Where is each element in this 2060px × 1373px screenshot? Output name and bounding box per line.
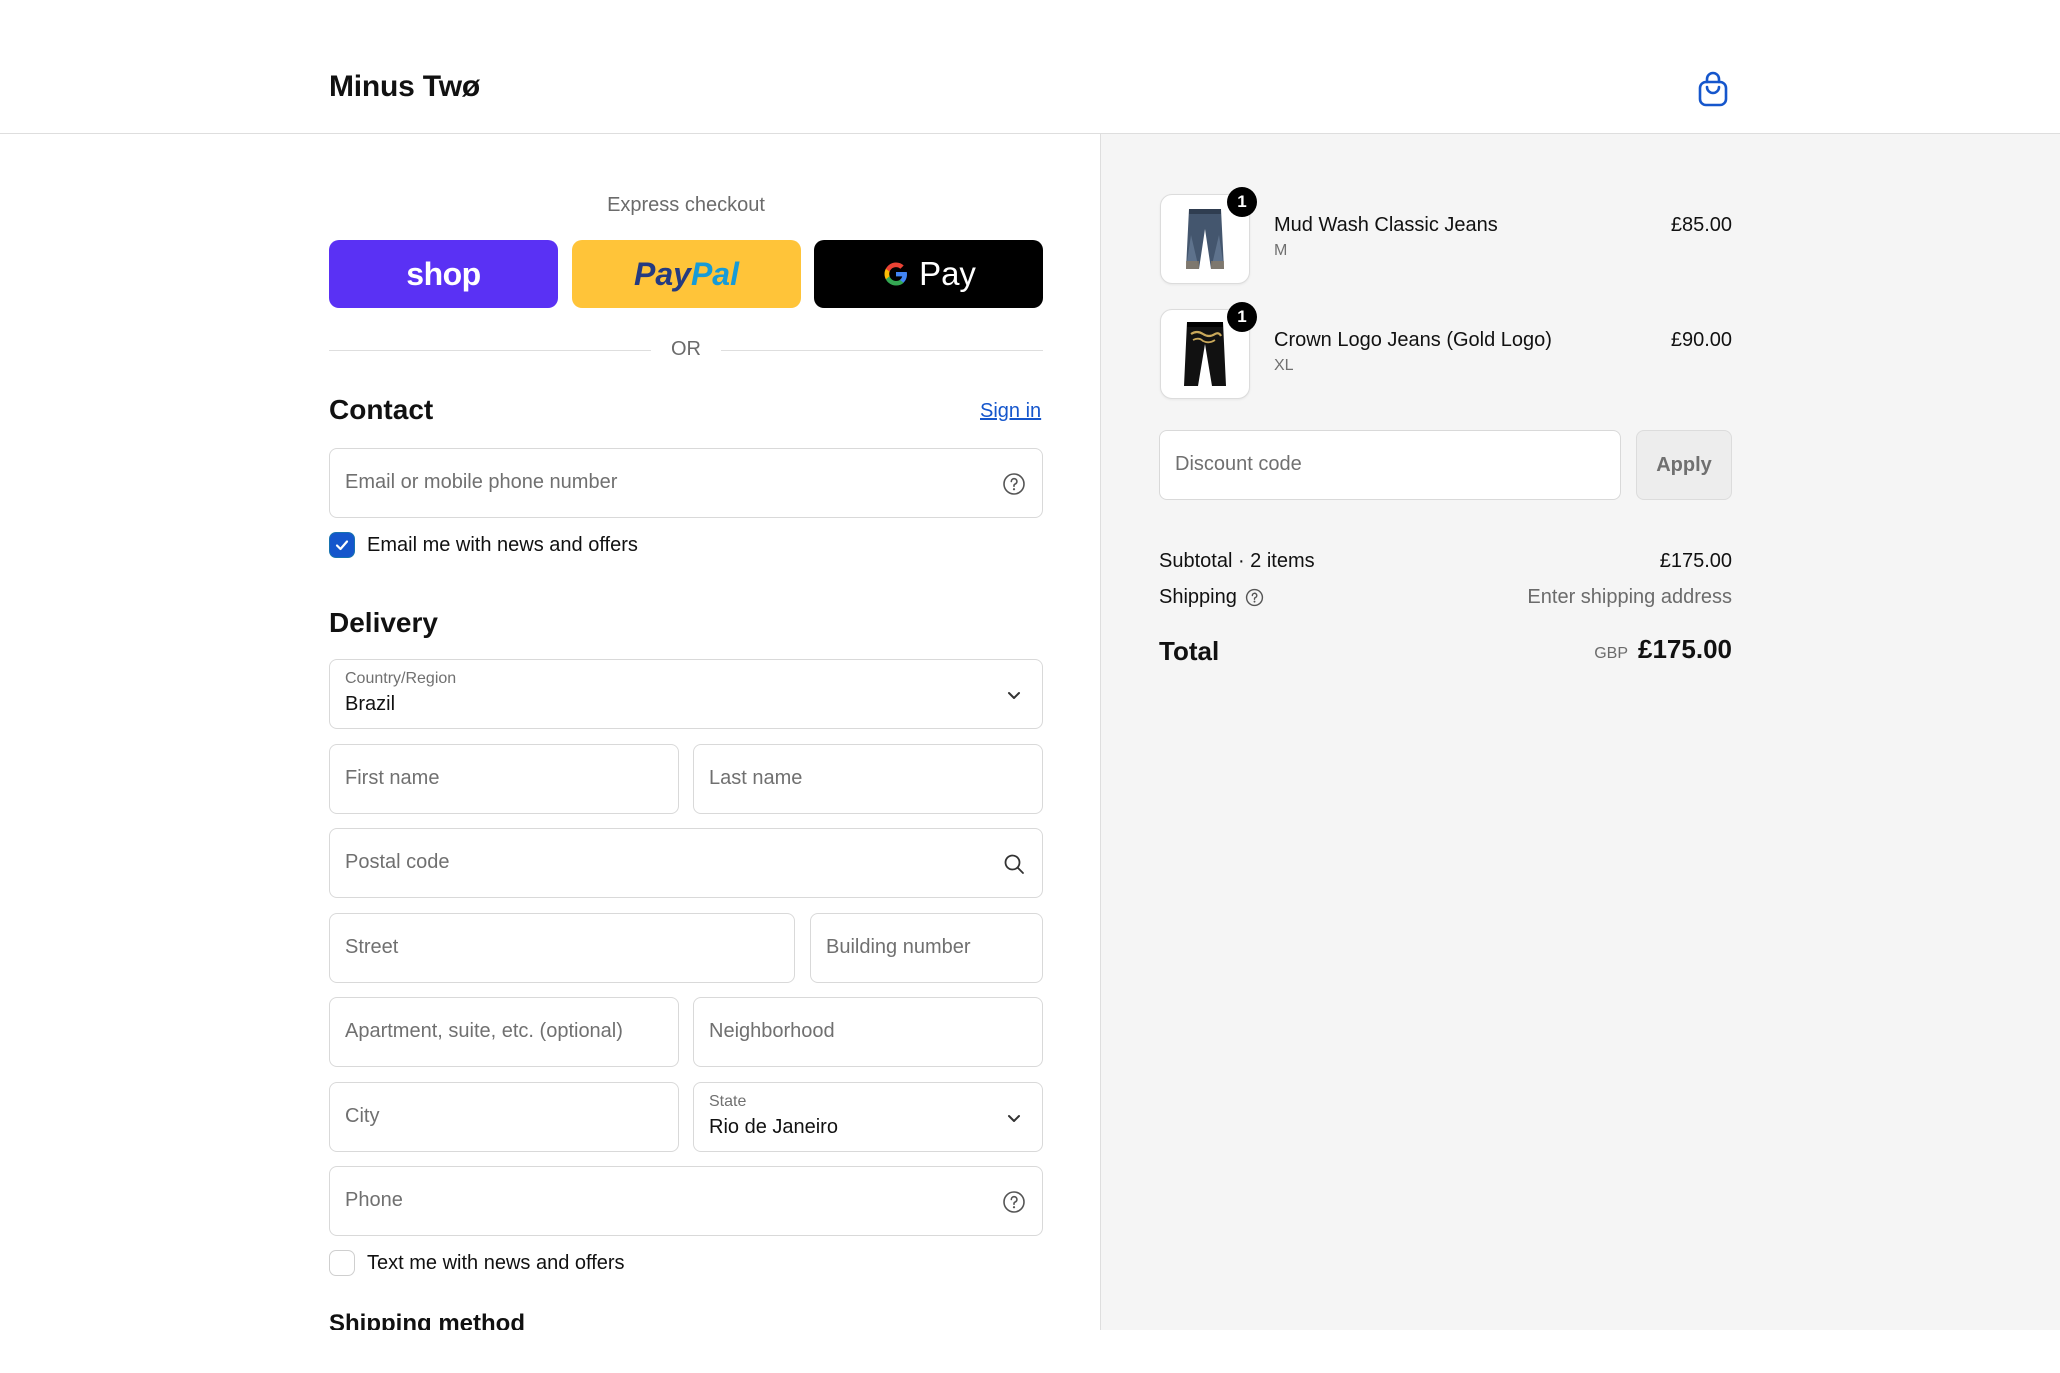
item-price: £90.00 [1670,329,1732,351]
page-bottom-margin [0,1330,2060,1373]
postal-code-field[interactable]: Postal code [329,828,1043,898]
apply-discount-button[interactable]: Apply [1636,430,1732,500]
street-field[interactable]: Street [329,913,795,983]
total-value: £175.00 [1638,634,1732,664]
help-circle-icon[interactable] [1002,472,1026,496]
neighborhood-placeholder: Neighborhood [709,1020,835,1042]
chevron-down-icon [1008,692,1020,699]
contact-title: Contact [329,394,434,425]
product-thumbnail: 1 [1160,302,1257,399]
store-logo[interactable]: Minus Twø [329,70,480,104]
subtotal-value: £175.00 [1659,550,1732,572]
shopping-bag-icon [1698,71,1728,107]
apartment-placeholder: Apartment, suite, etc. (optional) [345,1020,623,1042]
first-name-field[interactable]: First name [329,744,679,814]
sms-news-checkbox-row[interactable]: Text me with news and offers [329,1249,625,1277]
city-placeholder: City [345,1105,380,1127]
express-checkout-title: Express checkout [607,194,765,216]
header: Minus Twø [0,0,2060,134]
state-select[interactable]: State Rio de Janeiro [693,1082,1043,1152]
cart-button[interactable] [1696,70,1730,108]
email-news-label: Email me with news and offers [367,533,638,556]
shipping-value: Enter shipping address [1527,586,1732,608]
paypal-button[interactable]: Pay Pal [572,240,801,308]
email-news-checkbox-row[interactable]: Email me with news and offers [329,531,638,559]
city-field[interactable]: City [329,1082,679,1152]
checkmark-icon [335,540,349,551]
total-currency: GBP [1594,645,1629,662]
shipping-row: Shipping Enter shipping address [1159,586,1732,612]
apartment-field[interactable]: Apartment, suite, etc. (optional) [329,997,679,1067]
order-item: 1 Crown Logo Jeans (Gold Logo) XL £90.00 [1160,302,1732,399]
item-variant: M [1274,242,1288,259]
street-placeholder: Street [345,936,399,958]
email-placeholder: Email or mobile phone number [345,471,618,493]
item-name: Crown Logo Jeans (Gold Logo) [1274,329,1552,351]
state-value: Rio de Janeiro [709,1116,838,1138]
help-circle-icon[interactable] [1245,588,1264,607]
last-name-field[interactable]: Last name [693,744,1043,814]
postal-code-placeholder: Postal code [345,851,450,873]
sms-news-checkbox[interactable] [329,1250,355,1276]
building-number-placeholder: Building number [826,936,971,958]
country-select[interactable]: Country/Region Brazil [329,659,1043,729]
quantity-badge: 1 [1227,187,1257,217]
country-label: Country/Region [345,670,457,687]
email-news-checkbox[interactable] [329,532,355,558]
shop-pay-label: shop [406,255,481,292]
paypal-label-part1: Pay [634,255,691,292]
divider-line-right [721,350,1043,351]
total-row: Total GBP £175.00 [1159,634,1732,674]
paypal-label-part2: Pal [690,255,739,292]
shop-pay-button[interactable]: shop [329,240,558,308]
google-g-icon [884,262,908,286]
total-label: Total [1159,636,1220,666]
google-pay-button[interactable]: Pay [814,240,1043,308]
email-field[interactable]: Email or mobile phone number [329,448,1043,518]
delivery-title: Delivery [329,607,438,638]
total-amount-group: GBP £175.00 [1594,634,1732,665]
subtotal-row: Subtotal · 2 items £175.00 [1159,550,1732,576]
discount-code-placeholder: Discount code [1175,453,1302,475]
sms-news-label: Text me with news and offers [367,1251,625,1274]
neighborhood-field[interactable]: Neighborhood [693,997,1043,1067]
help-circle-icon[interactable] [1002,1190,1026,1214]
item-variant: XL [1274,357,1294,374]
last-name-placeholder: Last name [709,767,803,789]
subtotal-label: Subtotal · 2 items [1159,550,1315,572]
quantity-badge: 1 [1227,302,1257,332]
sign-in-link[interactable]: Sign in [980,400,1041,423]
state-label: State [709,1093,747,1110]
product-thumbnail: 1 [1160,187,1257,284]
discount-code-field[interactable]: Discount code [1159,430,1621,500]
building-number-field[interactable]: Building number [810,913,1043,983]
chevron-down-icon [1008,1115,1020,1122]
phone-field[interactable]: Phone [329,1166,1043,1236]
or-divider: OR [329,338,1043,362]
google-pay-label: Pay [919,255,976,292]
first-name-placeholder: First name [345,767,440,789]
order-item: 1 Mud Wash Classic Jeans M £85.00 [1160,187,1732,284]
item-price: £85.00 [1670,214,1732,236]
country-value: Brazil [345,693,396,715]
search-icon[interactable] [1002,852,1026,876]
item-name: Mud Wash Classic Jeans [1274,214,1498,236]
phone-placeholder: Phone [345,1189,403,1211]
shipping-label: Shipping [1159,586,1237,608]
